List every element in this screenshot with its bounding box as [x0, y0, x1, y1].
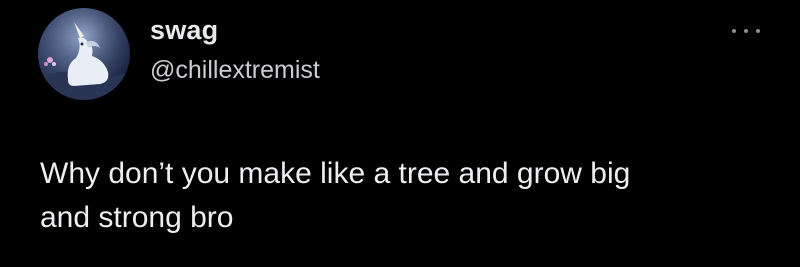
tweet-text: Why don’t you make like a tree and grow …	[40, 152, 760, 240]
avatar[interactable]	[38, 8, 130, 100]
tweet-text-line: Why don’t you make like a tree and grow …	[40, 157, 631, 190]
author-handle[interactable]: @chillextremist	[150, 56, 320, 85]
more-dot	[744, 29, 748, 33]
more-dot	[732, 29, 736, 33]
tweet-card: swag @chillextremist Why don’t you make …	[0, 0, 800, 267]
tweet-text-line: and strong bro	[40, 201, 234, 234]
more-options-icon[interactable]	[732, 24, 760, 38]
unicorn-avatar-icon	[38, 8, 130, 100]
more-dot	[756, 29, 760, 33]
author-display-name[interactable]: swag	[150, 15, 218, 46]
